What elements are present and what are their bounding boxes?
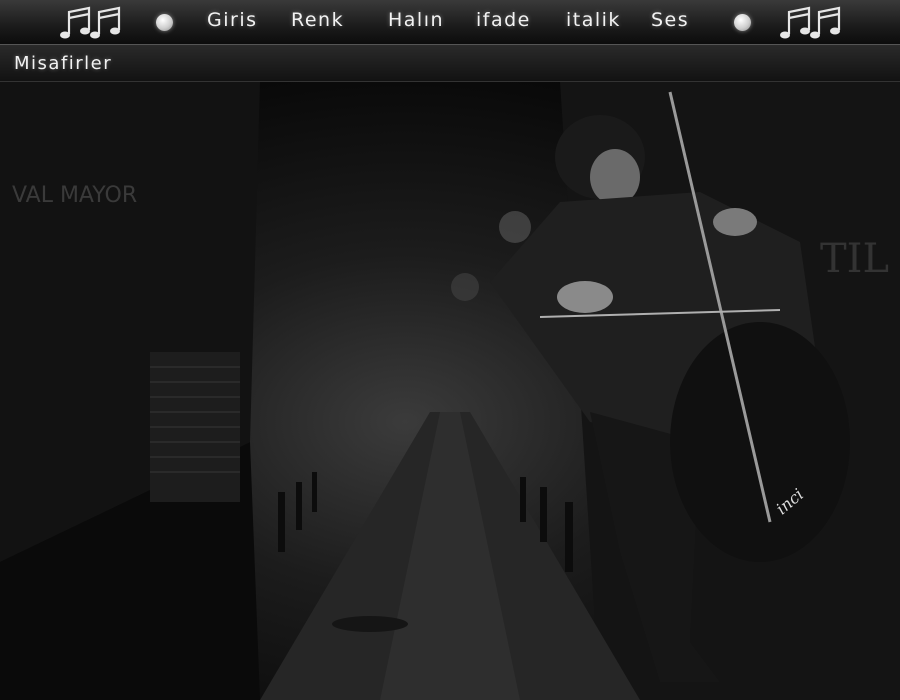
menu-item-ses[interactable]: Ses xyxy=(651,9,689,31)
background-scene: VAL MAYOR TIL xyxy=(0,82,900,700)
menu-item-giris[interactable]: Giris xyxy=(207,9,258,31)
wall-sign-left: VAL MAYOR xyxy=(12,183,137,208)
guests-link[interactable]: Misafirler xyxy=(14,53,112,74)
main-menu: Giris Renk Halın ifade italik Ses xyxy=(0,0,900,44)
music-notes-icon xyxy=(780,6,841,39)
secondary-bar xyxy=(0,45,900,82)
menu-item-italik[interactable]: italik xyxy=(566,9,621,31)
menu-item-ifade[interactable]: ifade xyxy=(476,9,531,31)
music-notes-icon xyxy=(60,6,121,39)
menu-item-renk[interactable]: Renk xyxy=(291,9,344,31)
wall-sign-right: TIL xyxy=(820,236,889,282)
cellist-street-photo: VAL MAYOR TIL inci xyxy=(0,82,900,700)
bullet-dot-icon xyxy=(734,14,751,31)
bullet-dot-icon xyxy=(156,14,173,31)
menu-item-halin[interactable]: Halın xyxy=(388,9,444,31)
